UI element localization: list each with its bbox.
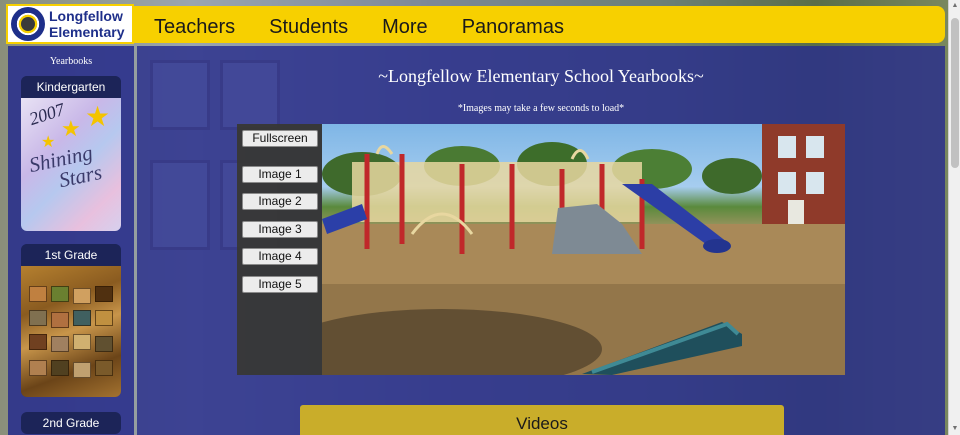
image-4-button[interactable]: Image 4 — [242, 248, 318, 265]
grade-label: 1st Grade — [21, 244, 121, 266]
nav-teachers[interactable]: Teachers — [154, 16, 235, 39]
grade-label: Kindergarten — [21, 76, 121, 98]
playground-illustration — [322, 124, 845, 375]
scrollbar-thumb[interactable] — [951, 18, 959, 168]
page-scrollbar[interactable]: ▲ ▼ — [948, 0, 960, 435]
school-seal-icon — [11, 7, 45, 41]
page-title: ~Longfellow Elementary School Yearbooks~ — [378, 66, 704, 86]
cover-title: Shining Stars — [27, 140, 105, 196]
yearbook-cover-1st[interactable] — [21, 266, 121, 397]
yearbook-cover-kindergarten[interactable]: 2007 ★ ★ ★ Shining Stars — [21, 98, 121, 231]
videos-section-header[interactable]: Videos — [300, 405, 784, 435]
main-panel: ~Longfellow Elementary School Yearbooks~… — [137, 46, 945, 435]
image-5-button[interactable]: Image 5 — [242, 276, 318, 293]
star-icon: ★ — [61, 116, 81, 141]
image-1-button[interactable]: Image 1 — [242, 166, 318, 183]
site-logo[interactable]: Longfellow Elementary — [6, 4, 134, 44]
site-name-line1: Longfellow — [49, 8, 123, 24]
main-nav: Teachers Students More Panoramas — [154, 16, 598, 39]
fullscreen-button[interactable]: Fullscreen — [242, 130, 318, 147]
site-name-line2: Elementary — [49, 24, 125, 40]
scroll-up-icon[interactable]: ▲ — [949, 0, 960, 12]
grade-card-2nd[interactable]: 2nd Grade — [21, 412, 121, 434]
yearbooks-sidebar: Yearbooks Kindergarten 2007 ★ ★ ★ Shinin… — [8, 46, 134, 435]
scroll-down-icon[interactable]: ▼ — [949, 423, 960, 435]
star-icon: ★ — [85, 101, 111, 132]
grade-label: 2nd Grade — [21, 412, 121, 434]
cover-title-line2: Stars — [56, 159, 105, 193]
image-2-button[interactable]: Image 2 — [242, 193, 318, 210]
grade-card-kindergarten[interactable]: Kindergarten 2007 ★ ★ ★ Shining Stars — [21, 76, 121, 231]
nav-students[interactable]: Students — [269, 16, 348, 39]
playground-photo — [322, 124, 845, 375]
top-nav-bar: Teachers Students More Panoramas — [6, 6, 945, 43]
viewer-controls: Fullscreen Image 1 Image 2 Image 3 Image… — [237, 124, 322, 375]
nav-panoramas[interactable]: Panoramas — [462, 16, 564, 39]
sidebar-title: Yearbooks — [49, 56, 93, 67]
grade-card-1st[interactable]: 1st Grade — [21, 244, 121, 397]
image-viewer: Fullscreen Image 1 Image 2 Image 3 Image… — [237, 124, 845, 375]
image-3-button[interactable]: Image 3 — [242, 221, 318, 238]
site-name: Longfellow Elementary — [49, 8, 124, 40]
loading-note: *Images may take a few seconds to load* — [457, 103, 625, 114]
nav-more[interactable]: More — [382, 16, 428, 39]
